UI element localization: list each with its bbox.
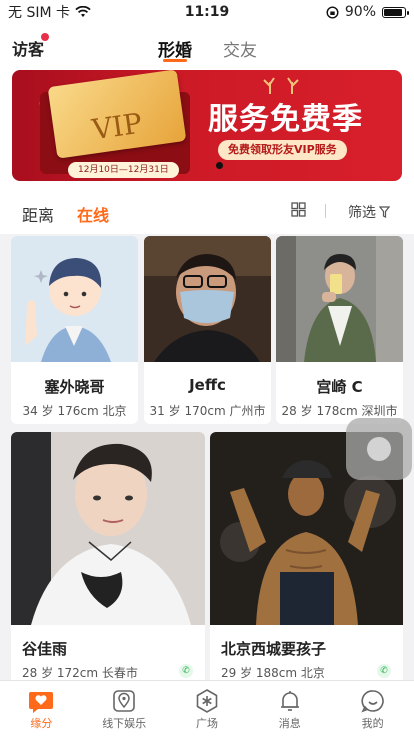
tab-offline-fun[interactable]: 线下娱乐 <box>83 681 166 736</box>
filter-divider <box>325 204 326 218</box>
profile-card[interactable]: 谷佳雨 28 岁 172cm 长春市 ✆ <box>11 432 205 680</box>
tab-label: 消息 <box>278 717 301 730</box>
profile-info: 28 岁 178cm 深圳市 <box>281 404 398 418</box>
tab-xinghun[interactable]: 形婚 <box>158 36 192 61</box>
banner-title: 服务免费季 <box>208 102 363 137</box>
funnel-icon <box>379 206 390 218</box>
battery-icon <box>382 6 409 18</box>
tab-jiaoyou[interactable]: 交友 <box>223 36 257 61</box>
tab-messages[interactable]: 消息 <box>248 681 331 736</box>
filter-tab-distance[interactable]: 距离 <box>22 202 54 226</box>
filter-button[interactable]: 筛选 <box>348 202 390 222</box>
wifi-icon <box>75 6 91 17</box>
rotation-lock-icon <box>326 5 339 19</box>
profile-photo <box>11 432 205 625</box>
profile-info: 28 岁 172cm 长春市 <box>22 666 138 680</box>
visitor-button[interactable]: 访客 <box>12 36 44 60</box>
tab-square[interactable]: 广场 <box>166 681 249 736</box>
battery-percent: 90% <box>344 4 376 20</box>
bottom-tab-bar: 缘分 线下娱乐 广场 消息 我的 <box>0 680 414 736</box>
tab-label: 我的 <box>361 717 384 730</box>
profile-card[interactable]: Jeffc 31 岁 170cm 广州市 <box>144 236 271 424</box>
profile-photo <box>144 236 271 362</box>
tab-yuanfen[interactable]: 缘分 <box>0 681 83 736</box>
bell-icon <box>277 688 303 714</box>
tab-label: 缘分 <box>30 717 53 730</box>
assistive-touch-icon <box>367 437 391 461</box>
assistive-touch-button[interactable] <box>346 418 412 480</box>
top-header: 访客 形婚 交友 <box>0 24 414 68</box>
smile-icon <box>360 688 386 714</box>
banner-section: VIP 12月10日—12月31日 服务免费季 免费领取形友VIP服务 <box>0 68 414 190</box>
tab-mine[interactable]: 我的 <box>331 681 414 736</box>
active-tab-indicator <box>163 59 187 62</box>
profile-info: 34 岁 176cm 北京 <box>22 404 127 418</box>
profile-card[interactable]: 宫崎 C 28 岁 178cm 深圳市 <box>276 236 403 424</box>
heart-chat-icon <box>28 688 54 714</box>
carrier-label: 无 SIM 卡 <box>8 5 70 21</box>
profile-photo <box>276 236 403 362</box>
location-icon <box>111 688 137 714</box>
promo-banner[interactable]: VIP 12月10日—12月31日 服务免费季 免费领取形友VIP服务 <box>12 70 402 181</box>
antler-icon <box>263 77 299 94</box>
vip-card-text: VIP <box>89 106 145 147</box>
profile-name: 宫崎 C <box>316 378 363 396</box>
banner-page-indicator <box>216 162 223 169</box>
profile-info: 29 岁 188cm 北京 <box>221 666 325 680</box>
profile-name: Jeffc <box>189 376 226 394</box>
tab-label: 广场 <box>195 717 218 730</box>
profile-name: 谷佳雨 <box>22 640 68 658</box>
filter-bar: 距离 在线 筛选 <box>0 190 414 234</box>
grid-view-icon[interactable] <box>291 202 306 217</box>
status-time: 11:19 <box>184 4 230 20</box>
profile-name: 北京西城要孩子 <box>221 640 327 658</box>
status-bar: 无 SIM 卡 11:19 90% <box>0 0 414 24</box>
visitor-badge-dot <box>41 33 49 41</box>
banner-date-range: 12月10日—12月31日 <box>68 162 179 178</box>
profile-card[interactable]: 塞外晓哥 34 岁 176cm 北京 <box>11 236 138 424</box>
asterisk-icon <box>194 688 220 714</box>
profile-photo <box>11 236 138 362</box>
tab-label: 线下娱乐 <box>102 717 147 730</box>
filter-tab-online[interactable]: 在线 <box>77 202 109 226</box>
banner-subtitle: 免费领取形友VIP服务 <box>218 140 347 160</box>
filter-label: 筛选 <box>348 205 376 221</box>
phone-icon[interactable]: ✆ <box>377 664 391 678</box>
profile-name: 塞外晓哥 <box>44 378 105 396</box>
profile-info: 31 岁 170cm 广州市 <box>149 404 266 418</box>
phone-icon[interactable]: ✆ <box>179 664 193 678</box>
